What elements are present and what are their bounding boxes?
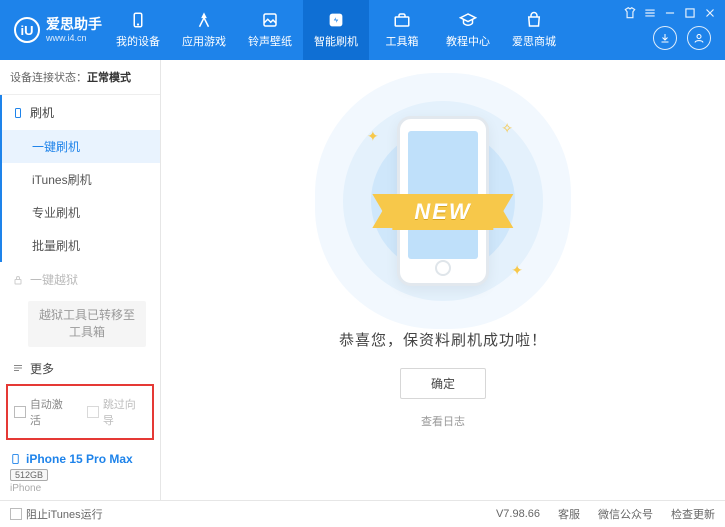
tutorial-icon <box>459 11 477 29</box>
nav-apps[interactable]: 应用游戏 <box>171 0 237 60</box>
nav-label: 工具箱 <box>386 33 419 49</box>
device-icon <box>129 11 147 29</box>
brand-url: www.i4.cn <box>46 33 102 43</box>
view-log-link[interactable]: 查看日志 <box>421 413 465 429</box>
user-button[interactable] <box>687 26 711 50</box>
star-icon: ✦ <box>367 128 379 145</box>
phone-icon <box>10 452 21 466</box>
nav-ringtones[interactable]: 铃声壁纸 <box>237 0 303 60</box>
nav-label: 爱思商城 <box>512 33 556 49</box>
version-label: V7.98.66 <box>496 508 540 520</box>
star-icon: ✧ <box>501 120 513 137</box>
logo-area: iU 爱思助手 www.i4.cn <box>0 17 105 43</box>
nav-store[interactable]: 爱思商城 <box>501 0 567 60</box>
wechat-link[interactable]: 微信公众号 <box>598 506 653 522</box>
wallpaper-icon <box>261 11 279 29</box>
lock-icon <box>12 274 24 286</box>
logo-icon: iU <box>14 17 40 43</box>
toolbox-icon <box>393 11 411 29</box>
nav-label: 我的设备 <box>116 33 160 49</box>
success-message: 恭喜您，保资料刷机成功啦！ <box>339 329 547 350</box>
success-illustration: ✦ ✧ ✦ NEW <box>333 98 553 303</box>
sidebar: 设备连接状态：正常模式 刷机 一键刷机 iTunes刷机 专业刷机 批量刷机 一… <box>0 60 161 500</box>
device-name[interactable]: iPhone 15 Pro Max <box>10 452 150 466</box>
ok-button[interactable]: 确定 <box>400 368 486 399</box>
main-nav: 我的设备 应用游戏 铃声壁纸 智能刷机 工具箱 教程中心 爱思商城 <box>105 0 567 60</box>
skin-icon[interactable] <box>623 6 637 20</box>
minimize-icon[interactable] <box>663 6 677 20</box>
phone-icon <box>12 107 24 119</box>
close-icon[interactable] <box>703 6 717 20</box>
nav-my-device[interactable]: 我的设备 <box>105 0 171 60</box>
checkbox-auto-activate[interactable]: 自动激活 <box>14 396 73 428</box>
main-content: ✦ ✧ ✦ NEW 恭喜您，保资料刷机成功啦！ 确定 查看日志 <box>161 60 725 500</box>
auto-options-highlight: 自动激活 跳过向导 <box>6 384 154 440</box>
new-ribbon: NEW <box>392 194 493 230</box>
status-bar: 阻止iTunes运行 V7.98.66 客服 微信公众号 检查更新 <box>0 500 725 527</box>
app-header: iU 爱思助手 www.i4.cn 我的设备 应用游戏 铃声壁纸 智能刷机 工具… <box>0 0 725 60</box>
menu-icon[interactable] <box>643 6 657 20</box>
update-link[interactable]: 检查更新 <box>671 506 715 522</box>
star-icon: ✦ <box>511 262 523 279</box>
sidebar-item-pro[interactable]: 专业刷机 <box>2 196 160 229</box>
checkbox-skip-guide[interactable]: 跳过向导 <box>87 396 146 428</box>
store-icon <box>525 11 543 29</box>
flash-icon <box>327 11 345 29</box>
sidebar-item-batch[interactable]: 批量刷机 <box>2 229 160 262</box>
section-more[interactable]: 更多 <box>2 351 160 380</box>
checkbox-block-itunes[interactable]: 阻止iTunes运行 <box>10 506 103 522</box>
nav-label: 智能刷机 <box>314 33 358 49</box>
nav-label: 铃声壁纸 <box>248 33 292 49</box>
sidebar-item-itunes[interactable]: iTunes刷机 <box>2 163 160 196</box>
brand-title: 爱思助手 <box>46 17 102 32</box>
more-icon <box>12 362 24 374</box>
nav-label: 教程中心 <box>446 33 490 49</box>
connection-status: 设备连接状态：正常模式 <box>0 60 160 95</box>
section-flash[interactable]: 刷机 <box>2 95 160 130</box>
support-link[interactable]: 客服 <box>558 506 580 522</box>
device-type: iPhone <box>10 483 150 494</box>
storage-badge: 512GB <box>10 469 48 481</box>
apps-icon <box>195 11 213 29</box>
window-controls <box>623 6 717 20</box>
nav-label: 应用游戏 <box>182 33 226 49</box>
maximize-icon[interactable] <box>683 6 697 20</box>
sidebar-item-oneclick[interactable]: 一键刷机 <box>2 130 160 163</box>
jailbreak-note: 越狱工具已转移至工具箱 <box>28 301 146 347</box>
download-button[interactable] <box>653 26 677 50</box>
nav-flash[interactable]: 智能刷机 <box>303 0 369 60</box>
nav-tutorials[interactable]: 教程中心 <box>435 0 501 60</box>
nav-toolbox[interactable]: 工具箱 <box>369 0 435 60</box>
section-jailbreak[interactable]: 一键越狱 <box>2 262 160 297</box>
device-info: iPhone 15 Pro Max 512GB iPhone <box>0 444 160 500</box>
